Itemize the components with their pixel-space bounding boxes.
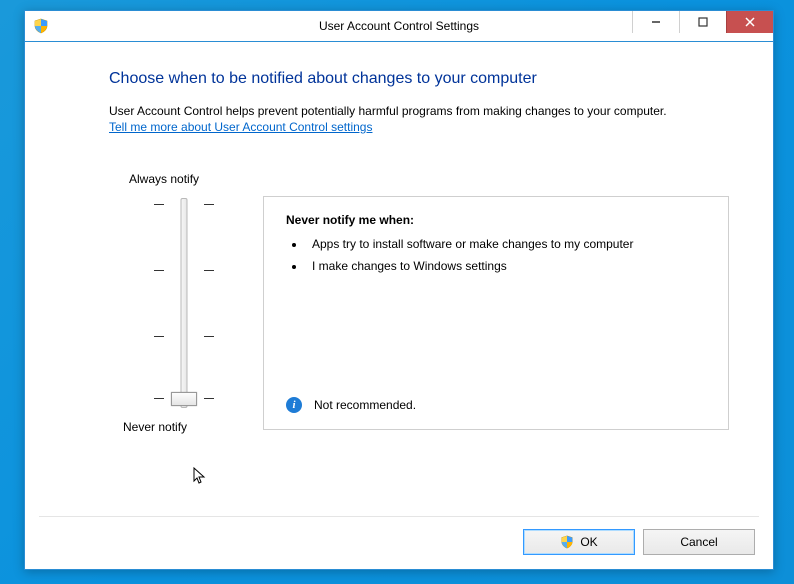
slider-tick [154, 270, 214, 271]
info-footer: Not recommended. [286, 397, 416, 413]
info-footer-text: Not recommended. [314, 398, 416, 412]
footer-buttons: OK Cancel [523, 529, 755, 555]
titlebar[interactable]: User Account Control Settings [25, 11, 773, 42]
info-item: Apps try to install software or make cha… [306, 237, 710, 251]
slider-track [181, 198, 188, 408]
info-panel: Never notify me when: Apps try to instal… [263, 196, 729, 430]
cancel-button-label: Cancel [680, 535, 717, 549]
slider-handle[interactable] [171, 392, 197, 406]
mouse-cursor-icon [193, 467, 207, 485]
tell-me-more-link[interactable]: Tell me more about User Account Control … [109, 120, 372, 134]
page-heading: Choose when to be notified about changes… [109, 70, 737, 88]
description-text: User Account Control helps prevent poten… [109, 104, 737, 118]
uac-shield-icon [33, 18, 49, 34]
slider-label-never: Never notify [123, 420, 187, 434]
minimize-button[interactable] [632, 11, 679, 33]
uac-shield-icon [560, 535, 574, 549]
body-row: Always notify Never notify Never notify … [109, 172, 729, 434]
close-button[interactable] [726, 11, 773, 33]
ok-button[interactable]: OK [523, 529, 635, 555]
slider-tick [154, 204, 214, 205]
desktop: User Account Control Settings Choose whe… [0, 0, 794, 584]
cancel-button[interactable]: Cancel [643, 529, 755, 555]
slider-label-always: Always notify [129, 172, 199, 186]
window-controls [632, 11, 773, 33]
divider [39, 516, 759, 517]
info-item: I make changes to Windows settings [306, 259, 710, 273]
info-icon [286, 397, 302, 413]
slider-column: Always notify Never notify [109, 172, 259, 434]
uac-settings-window: User Account Control Settings Choose whe… [24, 10, 774, 570]
content: Choose when to be notified about changes… [25, 42, 773, 134]
maximize-button[interactable] [679, 11, 726, 33]
info-list: Apps try to install software or make cha… [286, 237, 710, 273]
info-title: Never notify me when: [286, 213, 710, 227]
slider-tick [154, 336, 214, 337]
client-area: Choose when to be notified about changes… [25, 42, 773, 569]
notification-slider[interactable] [154, 198, 214, 408]
ok-button-label: OK [580, 535, 597, 549]
